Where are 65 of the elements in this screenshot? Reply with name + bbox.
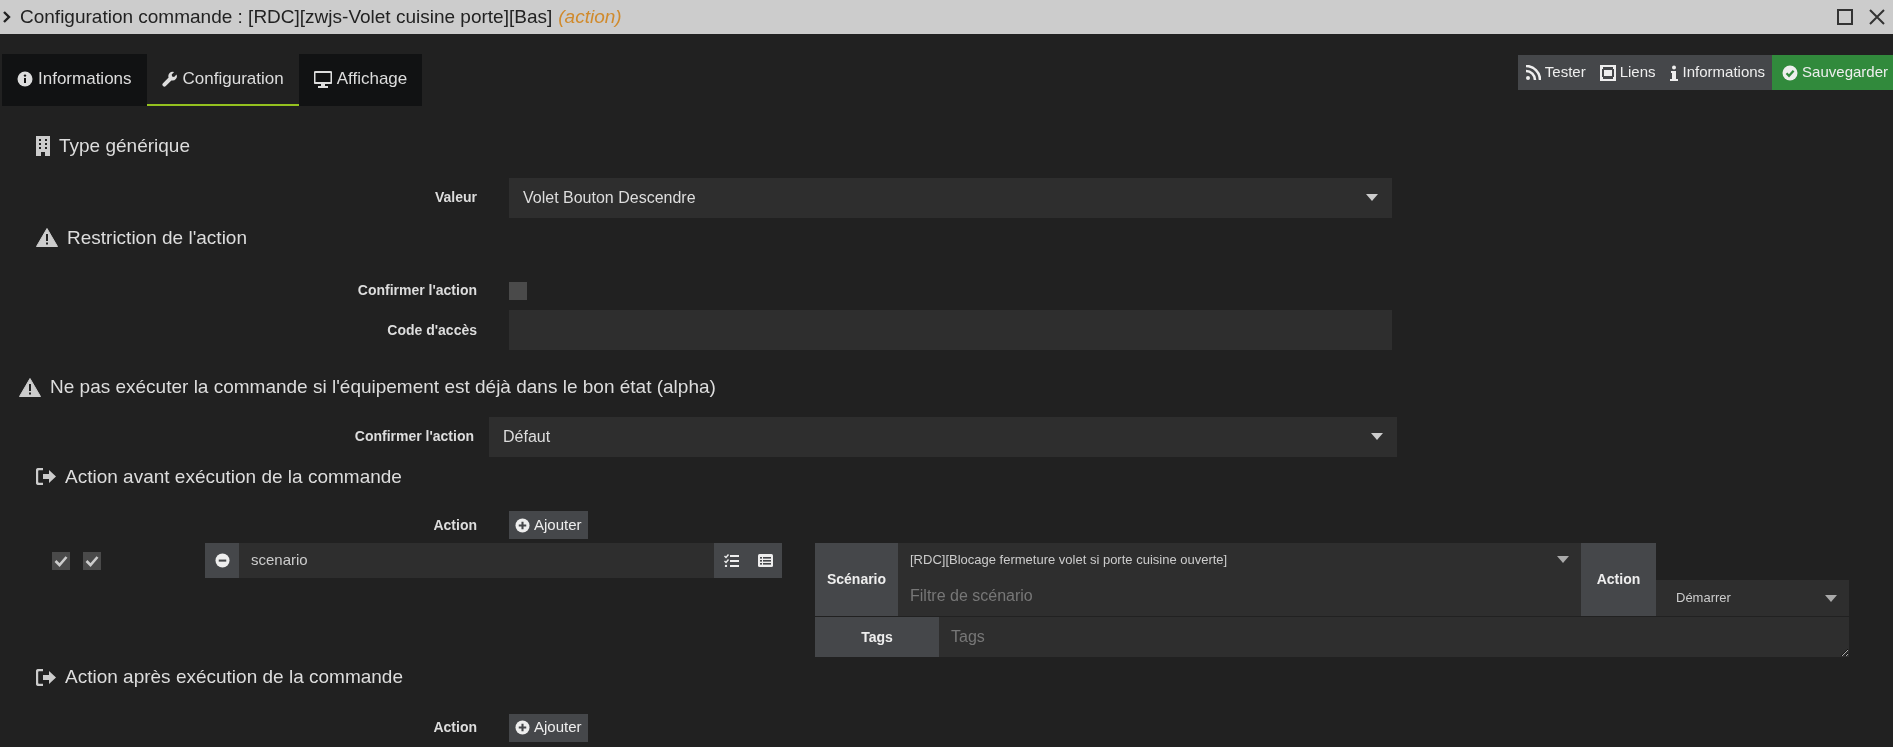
field-label: Confirmer l'action [353,427,474,446]
remove-button[interactable] [205,543,239,578]
chevron-icon [2,10,12,24]
plus-circle-icon [515,517,530,533]
checklist-icon [723,554,739,567]
field-label: Confirmer l'action [356,281,477,300]
warning-icon [36,228,58,248]
exit-arrow-icon [36,468,56,486]
field-label: Valeur [433,188,477,207]
section-heading: Action après exécution de la commande [65,665,403,689]
check-circle-icon [1782,64,1799,81]
section-heading: Restriction de l'action [67,225,247,250]
tags-field[interactable]: Tags [939,617,1849,657]
toolbar-button[interactable]: Tester [1517,55,1593,90]
field-label: Action [432,718,477,737]
section-heading: Action avant exécution de la commande [65,464,402,489]
list-icon [757,554,773,567]
maximize-button[interactable] [1837,9,1853,25]
maximize-icon [1837,9,1853,25]
checkbox[interactable] [83,551,101,570]
exit-arrow-icon [36,668,56,686]
caret-icon [1557,556,1569,563]
tab[interactable]: Affichage [298,54,423,106]
select-field[interactable]: Démarrer [1656,580,1849,616]
monitor-icon [313,70,332,88]
field-label: Action [432,515,477,535]
section-heading: Ne pas exécuter la commande si l'équipement est déjà dans le bon état (alpha) [50,375,716,399]
checkbox[interactable] [509,281,527,300]
warning-icon [19,377,41,397]
close-icon [1869,9,1885,25]
info-icon [1669,64,1679,81]
add-button[interactable]: Ajouter [509,511,588,539]
window-title: Configuration commande : [RDC][zwjs-Volet cuisine porte][Bas] [20,5,553,27]
input-label: Scénario [815,543,898,616]
info-icon [17,70,33,88]
select-field[interactable]: [RDC][Blocage fermeture volet si porte cuisine ouverte] [898,543,1581,576]
close-button[interactable] [1869,9,1885,25]
list-button[interactable] [748,543,782,578]
caret-icon [1825,594,1837,602]
filter-field[interactable]: Filtre de scénario [898,576,1581,616]
input-label: Tags [815,617,939,657]
toolbar-button[interactable]: Sauvegarder [1772,55,1893,90]
plus-circle-icon [515,720,530,735]
frame-icon [1599,64,1616,81]
add-button[interactable]: Ajouter [509,713,588,742]
select-field[interactable]: Volet Bouton Descendre [509,177,1392,218]
building-icon [36,136,50,157]
rss-icon [1524,64,1541,81]
select-field[interactable]: Défaut [489,416,1397,457]
command-field[interactable]: scenario [239,543,714,578]
checkmark-icon [54,554,68,567]
checkbox[interactable] [52,551,70,570]
input-label: Action [1581,543,1656,616]
window-subtitle: (action) [558,5,622,27]
tab[interactable]: Informations [2,54,147,106]
section-heading: Type générique [59,134,190,158]
field-label: Code d'accès [386,320,477,340]
minus-circle-icon [214,553,230,568]
caret-icon [1371,433,1383,440]
caret-icon [1366,194,1378,201]
wrench-icon [161,70,178,88]
checklist-button[interactable] [714,543,748,578]
toolbar-button[interactable]: Informations [1662,55,1773,90]
toolbar-button[interactable]: Liens [1592,55,1663,90]
checkmark-icon [85,554,99,567]
